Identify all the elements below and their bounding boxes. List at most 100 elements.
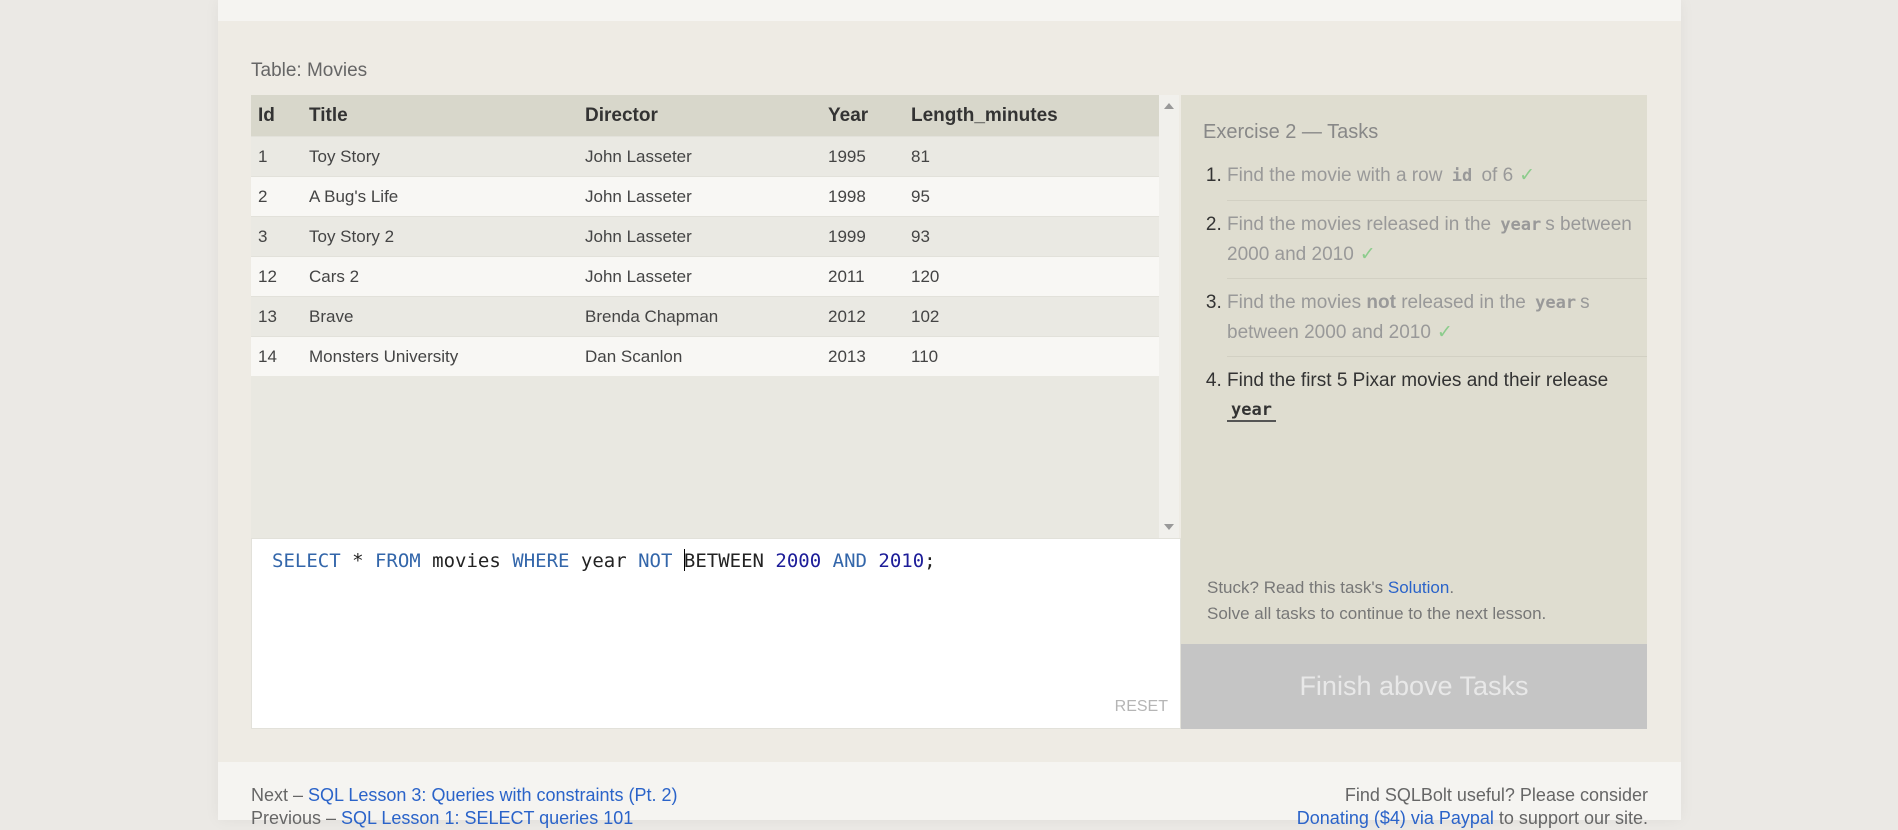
- task-item: Find the movie with a row id of 6✓: [1227, 161, 1647, 201]
- table-cell: 102: [904, 296, 1159, 337]
- solve-all-text: Solve all tasks to continue to the next …: [1207, 604, 1547, 623]
- column-header: Title: [302, 95, 578, 137]
- task-code: id: [1451, 166, 1473, 186]
- task-text: Find the movie with a row: [1227, 165, 1448, 186]
- table-cell: 13: [251, 296, 302, 337]
- task-code: year: [1535, 293, 1577, 313]
- table-cell: Cars 2: [302, 256, 578, 297]
- table-cell: 93: [904, 216, 1159, 257]
- table-cell: 1999: [821, 216, 904, 257]
- table-header-row: Id Title Director Year Length_minutes: [251, 95, 1159, 137]
- sql-text: ;: [924, 550, 936, 572]
- previous-lesson-link[interactable]: SQL Lesson 1: SELECT queries 101: [341, 808, 633, 828]
- sql-text: *: [340, 550, 375, 572]
- table-cell: Toy Story 2: [302, 216, 578, 257]
- table-cell: 1: [251, 136, 302, 177]
- table-cell: A Bug's Life: [302, 176, 578, 217]
- task-code: year: [1500, 215, 1542, 235]
- table-cell: 2: [251, 176, 302, 217]
- table-row: 1 Toy Story John Lasseter 1995 81: [251, 136, 1159, 177]
- table-cell: John Lasseter: [578, 216, 821, 257]
- sql-text: movies: [420, 550, 513, 572]
- table-cell: John Lasseter: [578, 256, 821, 297]
- table-cell: 12: [251, 256, 302, 297]
- table-cell: 1995: [821, 136, 904, 177]
- table-label: Table: Movies: [251, 60, 368, 81]
- table-row: 14 Monsters University Dan Scanlon 2013 …: [251, 336, 1159, 376]
- table-cell: Toy Story: [302, 136, 578, 177]
- column-header: Director: [578, 95, 821, 137]
- scroll-up-arrow-icon[interactable]: [1164, 103, 1174, 109]
- footer: Next – SQL Lesson 3: Queries with constr…: [218, 762, 1681, 828]
- column-header: Id: [251, 95, 302, 137]
- table-cell: Monsters University: [302, 336, 578, 376]
- donate-link[interactable]: Donating ($4) via Paypal: [1297, 808, 1494, 828]
- results-table-panel: Id Title Director Year Length_minutes 1 …: [251, 95, 1179, 538]
- task-code: year: [1227, 400, 1276, 422]
- task-emphasis: not: [1366, 292, 1396, 313]
- sql-keyword: WHERE: [512, 550, 570, 572]
- help-text: Stuck? Read this task's Solution. Solve …: [1207, 575, 1546, 627]
- task-item: Find the movies not released in the year…: [1227, 288, 1647, 357]
- column-header: Year: [821, 95, 904, 137]
- sql-number: 2000: [775, 550, 822, 572]
- lesson-page: Table: Movies Id Title Director Year Len…: [218, 0, 1681, 828]
- table-cell: Brenda Chapman: [578, 296, 821, 337]
- solution-link[interactable]: Solution: [1388, 578, 1449, 597]
- top-strip: [218, 0, 1681, 21]
- table-scrollbar[interactable]: [1159, 95, 1179, 538]
- sql-keyword: SELECT: [272, 550, 341, 572]
- table-cell: Brave: [302, 296, 578, 337]
- results-table: Id Title Director Year Length_minutes 1 …: [251, 95, 1159, 376]
- task-item-current: Find the first 5 Pixar movies and their …: [1227, 366, 1647, 434]
- next-lesson-link[interactable]: SQL Lesson 3: Queries with constraints (…: [308, 785, 678, 805]
- scroll-down-arrow-icon[interactable]: [1164, 524, 1174, 530]
- tasks-panel: Exercise 2 — Tasks Find the movie with a…: [1181, 95, 1647, 729]
- sql-keyword: FROM: [374, 550, 421, 572]
- useful-text: Find SQLBolt useful? Please consider: [1344, 785, 1648, 805]
- table-cell: Dan Scanlon: [578, 336, 821, 376]
- table-cell: 110: [904, 336, 1159, 376]
- table-cell: John Lasseter: [578, 176, 821, 217]
- checkmark-icon: ✓: [1519, 165, 1536, 186]
- donation-note: Find SQLBolt useful? Please consider Don…: [1297, 784, 1648, 830]
- table-cell: 81: [904, 136, 1159, 177]
- sql-query-text[interactable]: SELECT * FROM movies WHERE year NOT BETW…: [272, 549, 936, 572]
- task-text: Find the first 5 Pixar movies and their …: [1227, 370, 1609, 391]
- next-prefix: Next –: [251, 785, 309, 805]
- finish-tasks-button[interactable]: Finish above Tasks: [1181, 644, 1647, 729]
- table-cell: 95: [904, 176, 1159, 217]
- table-cell: 2012: [821, 296, 904, 337]
- checkmark-icon: ✓: [1359, 244, 1376, 265]
- sql-keyword: AND: [832, 550, 867, 572]
- table-row: 12 Cars 2 John Lasseter 2011 120: [251, 256, 1159, 297]
- sql-keyword: NOT: [638, 550, 673, 572]
- stuck-prefix: Stuck? Read this task's: [1207, 578, 1388, 597]
- sql-editor[interactable]: SELECT * FROM movies WHERE year NOT BETW…: [251, 538, 1181, 729]
- column-header: Length_minutes: [904, 95, 1159, 137]
- donate-suffix: to support our site.: [1493, 808, 1648, 828]
- sql-text: year: [569, 550, 639, 572]
- tasks-title: Exercise 2 — Tasks: [1203, 121, 1379, 143]
- table-cell: 14: [251, 336, 302, 376]
- table-row: 2 A Bug's Life John Lasseter 1998 95: [251, 176, 1159, 217]
- task-text: of 6: [1476, 165, 1514, 186]
- task-list: Find the movie with a row id of 6✓ Find …: [1203, 161, 1647, 443]
- table-row: 13 Brave Brenda Chapman 2012 102: [251, 296, 1159, 337]
- table-cell: John Lasseter: [578, 136, 821, 177]
- previous-prefix: Previous –: [251, 808, 342, 828]
- table-cell: 1998: [821, 176, 904, 217]
- table-cell: 120: [904, 256, 1159, 297]
- task-text: Find the movies released in the: [1227, 214, 1497, 235]
- table-cell: 2011: [821, 256, 904, 297]
- sql-number: 2010: [878, 550, 925, 572]
- task-item: Find the movies released in the years be…: [1227, 210, 1647, 279]
- task-text: released in the: [1395, 292, 1532, 313]
- table-cell: 3: [251, 216, 302, 257]
- reset-button[interactable]: RESET: [1115, 698, 1168, 716]
- table-cell: 2013: [821, 336, 904, 376]
